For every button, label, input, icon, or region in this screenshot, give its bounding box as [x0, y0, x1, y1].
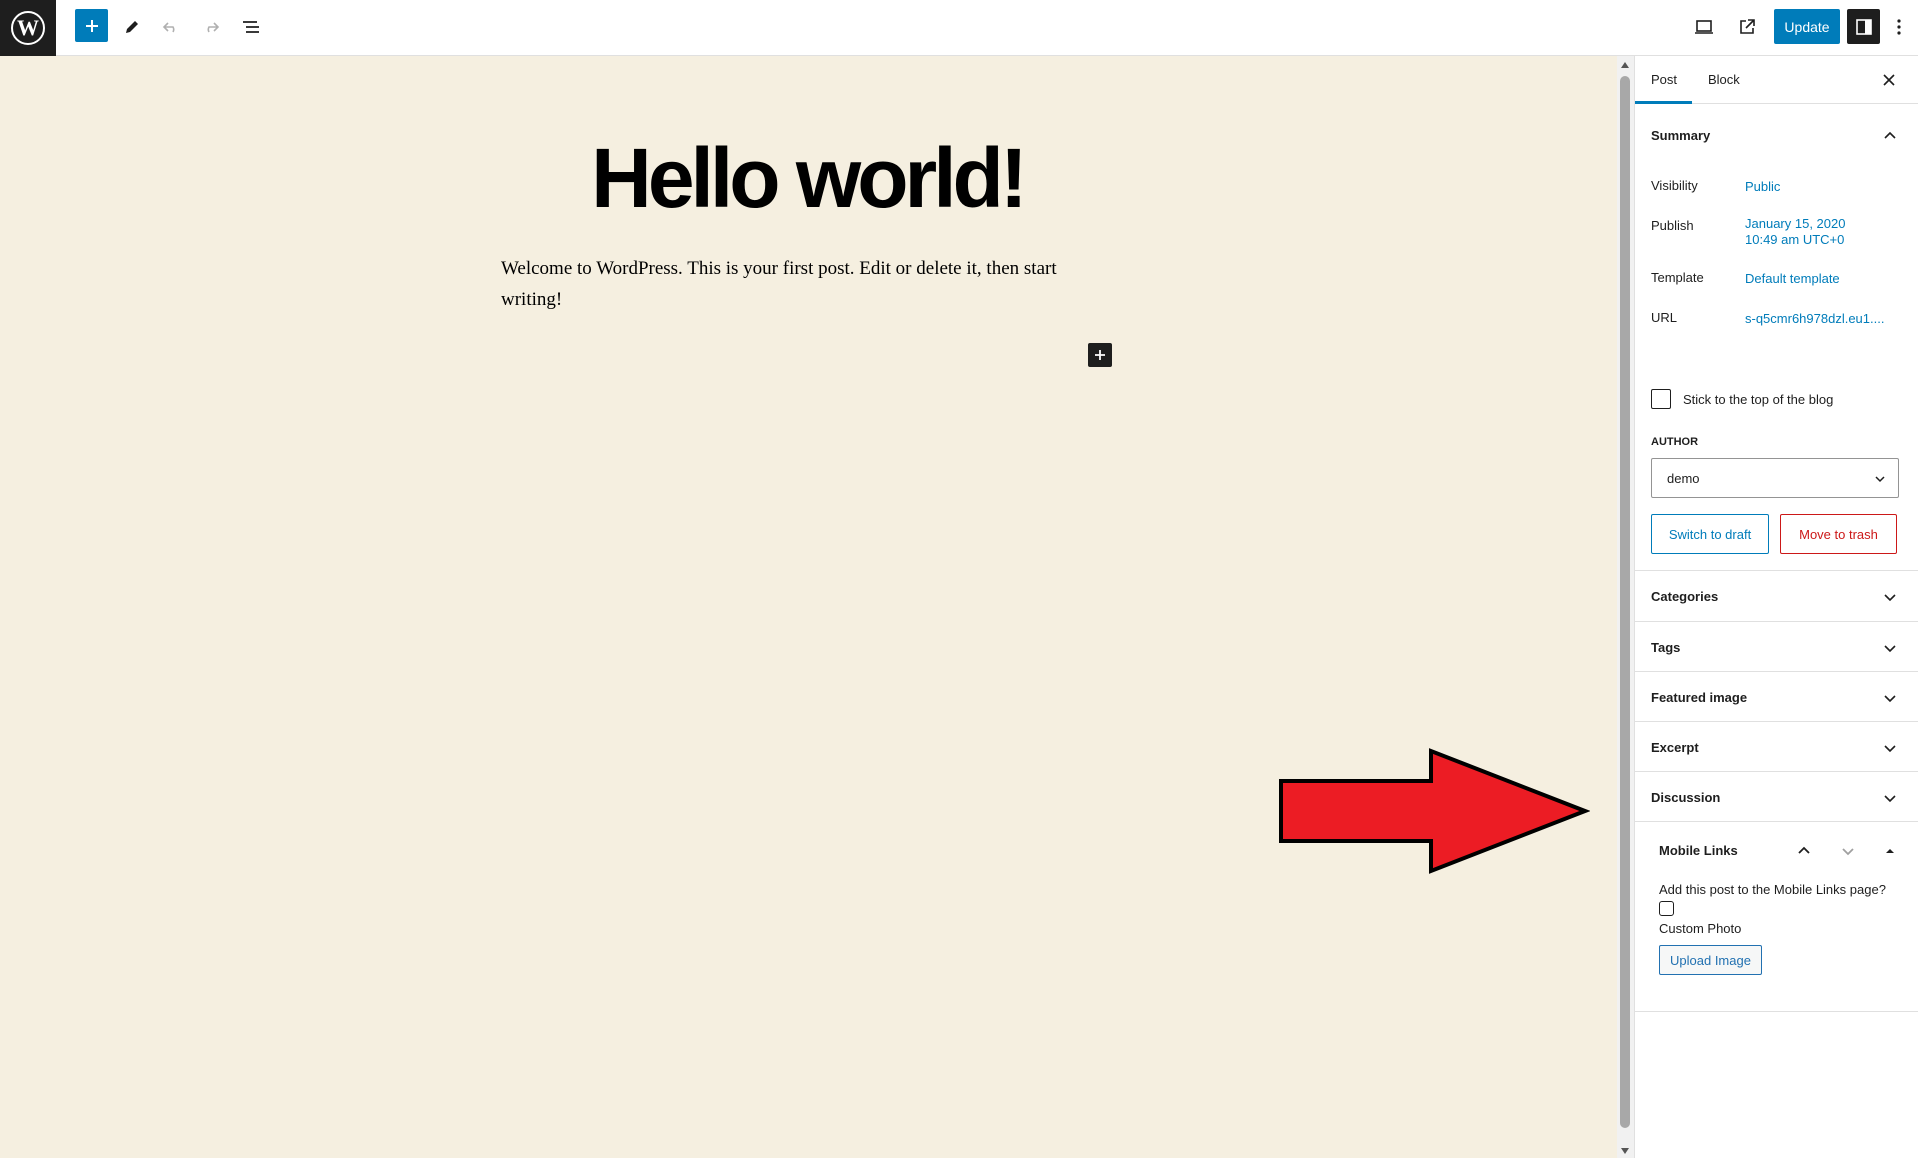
red-arrow-annotation: [1279, 748, 1590, 874]
chevron-down-icon[interactable]: [1883, 691, 1897, 705]
summary-panel-title[interactable]: Summary: [1651, 128, 1710, 143]
sticky-label: Stick to the top of the blog: [1683, 392, 1834, 407]
add-block-icon[interactable]: [75, 9, 108, 42]
excerpt-panel-title[interactable]: Excerpt: [1651, 740, 1699, 755]
pencil-icon[interactable]: [115, 10, 149, 44]
post-paragraph[interactable]: Welcome to WordPress. This is your first…: [501, 253, 1121, 315]
categories-panel-title[interactable]: Categories: [1651, 589, 1718, 604]
template-label: Template: [1651, 270, 1704, 285]
inline-add-block-icon[interactable]: [1088, 343, 1112, 367]
preview-device-icon[interactable]: [1687, 10, 1721, 44]
chevron-down-icon[interactable]: [1883, 641, 1897, 655]
chevron-down-icon[interactable]: [1883, 741, 1897, 755]
author-label: AUTHOR: [1651, 436, 1699, 448]
scroll-down-icon[interactable]: [1621, 1148, 1629, 1154]
mobile-links-title: Mobile Links: [1659, 843, 1738, 858]
editor-canvas: Hello world! Welcome to WordPress. This …: [0, 56, 1617, 1158]
scroll-thumb[interactable]: [1620, 76, 1630, 1128]
sticky-checkbox[interactable]: [1651, 389, 1671, 409]
publish-date[interactable]: January 15, 2020: [1745, 216, 1845, 232]
chevron-down-icon: [1875, 476, 1885, 483]
wordpress-logo-icon[interactable]: W: [0, 0, 56, 56]
discussion-panel-title[interactable]: Discussion: [1651, 790, 1720, 805]
move-down-icon[interactable]: [1841, 844, 1855, 858]
publish-time[interactable]: 10:49 am UTC+0: [1745, 232, 1844, 248]
redo-icon[interactable]: [194, 10, 228, 44]
canvas-scrollbar[interactable]: [1617, 56, 1634, 1158]
custom-photo-label: Custom Photo: [1659, 921, 1742, 936]
view-post-external-icon[interactable]: [1730, 10, 1764, 44]
close-sidebar-icon[interactable]: [1879, 70, 1899, 90]
settings-sidebar: Post Block Summary Visibility Public Pub…: [1634, 56, 1918, 1158]
categories-panel[interactable]: Categories: [1635, 571, 1918, 622]
discussion-panel[interactable]: Discussion: [1635, 772, 1918, 822]
mobile-links-add-label: Add this post to the Mobile Links page?: [1659, 882, 1886, 897]
tags-panel[interactable]: Tags: [1635, 622, 1918, 672]
tags-panel-title[interactable]: Tags: [1651, 640, 1680, 655]
visibility-label: Visibility: [1651, 178, 1698, 193]
document-overview-icon[interactable]: [234, 10, 268, 44]
url-value[interactable]: s-q5cmr6h978dzl.eu1....: [1745, 311, 1884, 327]
move-to-trash-button[interactable]: Move to trash: [1780, 514, 1897, 554]
tab-block[interactable]: Block: [1708, 56, 1740, 103]
chevron-up-icon[interactable]: [1883, 129, 1897, 143]
tab-post[interactable]: Post: [1651, 56, 1677, 103]
collapse-toggle-icon[interactable]: [1885, 846, 1895, 856]
summary-panel: Summary Visibility Public Publish Januar…: [1635, 104, 1918, 571]
chevron-down-icon[interactable]: [1883, 791, 1897, 805]
visibility-value[interactable]: Public: [1745, 179, 1780, 195]
mobile-links-panel: Mobile Links Add this post to the Mobile…: [1635, 822, 1918, 1012]
author-select-value: demo: [1667, 471, 1700, 486]
scroll-up-icon[interactable]: [1621, 62, 1629, 68]
publish-label: Publish: [1651, 218, 1694, 233]
settings-sidebar-icon[interactable]: [1847, 9, 1880, 44]
update-button[interactable]: Update: [1774, 9, 1840, 44]
upload-image-button[interactable]: Upload Image: [1659, 945, 1762, 975]
editor-toolbar: W Update: [0, 0, 1918, 56]
featured-image-panel-title[interactable]: Featured image: [1651, 690, 1747, 705]
chevron-down-icon[interactable]: [1883, 590, 1897, 604]
svg-text:W: W: [17, 15, 39, 40]
excerpt-panel[interactable]: Excerpt: [1635, 722, 1918, 772]
more-options-icon[interactable]: [1889, 10, 1909, 44]
undo-icon[interactable]: [154, 10, 188, 44]
move-up-icon[interactable]: [1797, 844, 1811, 858]
sidebar-tabs: Post Block: [1635, 56, 1918, 104]
post-title[interactable]: Hello world!: [380, 130, 1235, 227]
mobile-links-checkbox[interactable]: [1659, 901, 1674, 916]
featured-image-panel[interactable]: Featured image: [1635, 672, 1918, 722]
author-select[interactable]: demo: [1651, 458, 1899, 498]
url-label: URL: [1651, 310, 1678, 325]
switch-to-draft-button[interactable]: Switch to draft: [1651, 514, 1769, 554]
template-value[interactable]: Default template: [1745, 271, 1840, 287]
